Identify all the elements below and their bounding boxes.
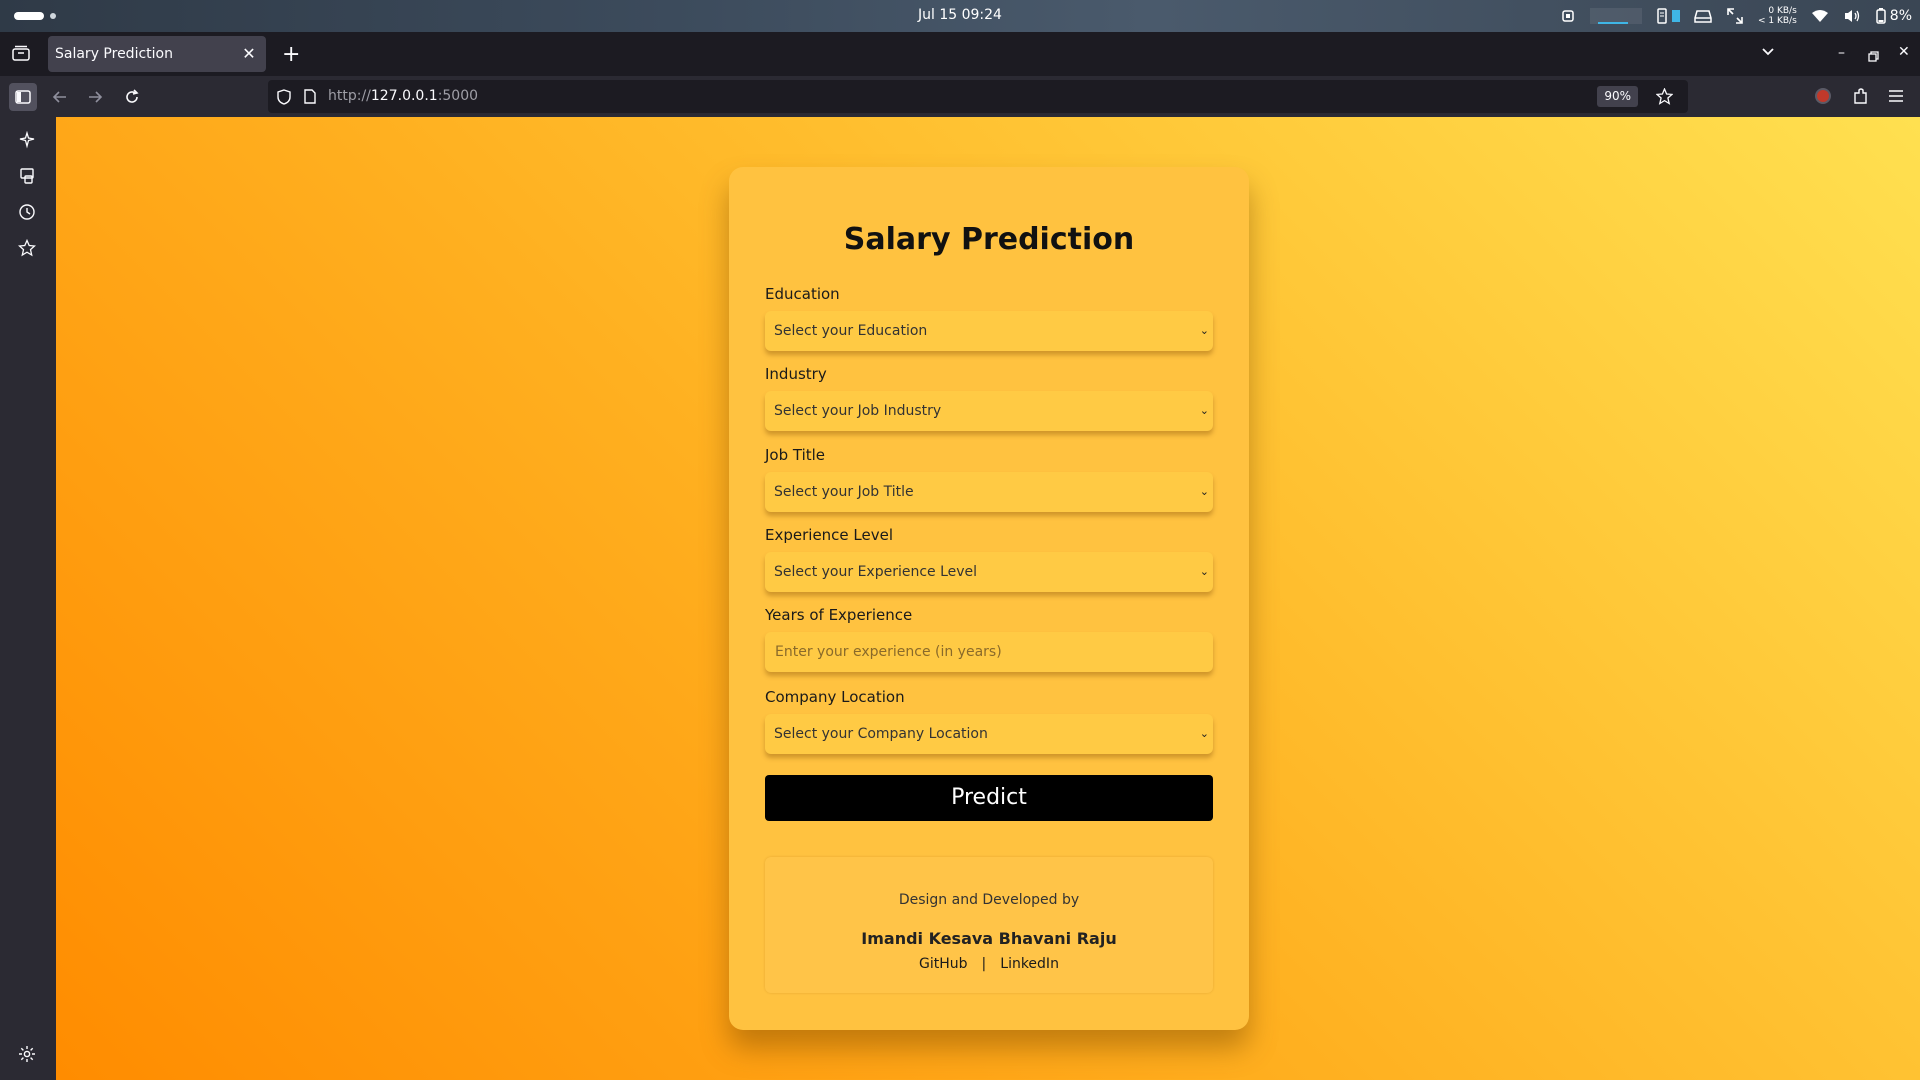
tab-strip: Salary Prediction ✕ + – ✕ xyxy=(0,32,1920,76)
experience-level-select[interactable]: Select your Experience Level ⌄ xyxy=(765,552,1213,592)
company-location-select-value: Select your Company Location xyxy=(774,726,988,742)
chevron-down-icon: ⌄ xyxy=(1199,727,1209,740)
cpu-graph xyxy=(1589,8,1642,24)
tracking-shield-icon[interactable] xyxy=(277,89,291,109)
cpu-monitor-icon[interactable] xyxy=(1560,8,1576,24)
chevron-down-icon: ⌄ xyxy=(1199,324,1209,337)
social-links: GitHub | LinkedIn xyxy=(765,956,1213,972)
credit-text: Design and Developed by xyxy=(898,892,1080,908)
industry-label: Industry xyxy=(765,365,827,383)
github-link[interactable]: GitHub xyxy=(919,956,968,972)
experience-level-label: Experience Level xyxy=(765,526,894,544)
linkedin-link[interactable]: LinkedIn xyxy=(1000,956,1059,972)
network-speed: 0 KB/s < 1 KB/s xyxy=(1757,6,1797,26)
extensions-icon[interactable] xyxy=(1852,87,1868,109)
restore-window-icon[interactable] xyxy=(1868,47,1879,66)
history-icon[interactable] xyxy=(18,203,38,223)
zoom-level-badge[interactable]: 90% xyxy=(1597,86,1638,107)
chevron-down-icon: ⌄ xyxy=(1199,404,1209,417)
chevron-down-icon: ⌄ xyxy=(1199,485,1209,498)
battery-icon[interactable]: 8% xyxy=(1875,8,1912,24)
tab-overview-icon[interactable] xyxy=(12,45,30,65)
tab-salary-prediction[interactable]: Salary Prediction ✕ xyxy=(48,36,266,72)
forward-button[interactable] xyxy=(81,83,109,111)
minimize-window-icon[interactable]: – xyxy=(1838,45,1845,61)
company-location-select[interactable]: Select your Company Location ⌄ xyxy=(765,714,1213,754)
author-name: Imandi Kesava Bhavani Raju xyxy=(861,929,1117,948)
nav-toolbar: http://127.0.0.1:5000 90% xyxy=(0,76,1920,117)
close-window-icon[interactable]: ✕ xyxy=(1898,44,1910,60)
chevron-down-icon: ⌄ xyxy=(1199,565,1209,578)
system-tray: 0 KB/s < 1 KB/s 8% xyxy=(1560,0,1912,32)
link-separator: | xyxy=(981,956,987,972)
industry-select-value: Select your Job Industry xyxy=(774,403,942,419)
account-avatar-icon[interactable] xyxy=(1815,88,1831,104)
predict-button[interactable]: Predict xyxy=(765,775,1213,821)
memory-icon[interactable] xyxy=(1656,8,1668,24)
bookmarks-icon[interactable] xyxy=(17,238,38,259)
job-title-label: Job Title xyxy=(765,446,826,464)
education-select-value: Select your Education xyxy=(774,323,928,339)
list-tabs-chevron-icon[interactable] xyxy=(1760,44,1776,64)
job-title-select-value: Select your Job Title xyxy=(774,484,914,500)
url-text[interactable]: http://127.0.0.1:5000 xyxy=(328,88,478,104)
new-tab-icon[interactable]: + xyxy=(282,42,300,67)
memory-graph xyxy=(1671,10,1680,22)
synced-tabs-icon[interactable] xyxy=(18,167,38,187)
screen-share-icon[interactable] xyxy=(1726,7,1744,25)
drive-icon[interactable] xyxy=(1694,9,1712,23)
education-label: Education xyxy=(765,285,840,303)
sidebar-toggle-button[interactable] xyxy=(9,83,37,111)
education-select[interactable]: Select your Education ⌄ xyxy=(765,311,1213,351)
os-top-bar: Jul 15 09:24 0 KB/s < 1 KB/s 8% xyxy=(0,0,1920,32)
job-title-select[interactable]: Select your Job Title ⌄ xyxy=(765,472,1213,512)
wifi-icon[interactable] xyxy=(1811,9,1829,23)
app-menu-icon[interactable] xyxy=(1888,88,1904,107)
volume-icon[interactable] xyxy=(1843,8,1861,24)
page-viewport: Salary Prediction Education Select your … xyxy=(56,117,1920,1080)
reload-button[interactable] xyxy=(118,83,146,111)
company-location-label: Company Location xyxy=(765,688,905,706)
close-tab-icon[interactable]: ✕ xyxy=(240,45,258,63)
battery-percent: 8% xyxy=(1889,8,1912,24)
sidebar-settings-icon[interactable] xyxy=(18,1045,38,1065)
ai-chatbot-icon[interactable] xyxy=(18,130,38,151)
page-title: Salary Prediction xyxy=(843,222,1135,257)
prediction-card: Salary Prediction Education Select your … xyxy=(729,167,1249,1030)
bookmark-star-icon[interactable] xyxy=(1655,87,1674,109)
credits-footer: Design and Developed by Imandi Kesava Bh… xyxy=(765,857,1213,993)
page-info-icon[interactable] xyxy=(304,89,316,108)
back-button[interactable] xyxy=(46,83,74,111)
browser-sidebar xyxy=(0,117,56,1080)
tab-title: Salary Prediction xyxy=(55,46,173,62)
years-experience-label: Years of Experience xyxy=(765,606,913,624)
years-experience-input[interactable]: Enter your experience (in years) xyxy=(765,632,1213,672)
url-bar[interactable]: http://127.0.0.1:5000 90% xyxy=(268,80,1688,113)
years-experience-placeholder: Enter your experience (in years) xyxy=(775,644,1002,660)
industry-select[interactable]: Select your Job Industry ⌄ xyxy=(765,391,1213,431)
experience-level-select-value: Select your Experience Level xyxy=(774,564,978,580)
